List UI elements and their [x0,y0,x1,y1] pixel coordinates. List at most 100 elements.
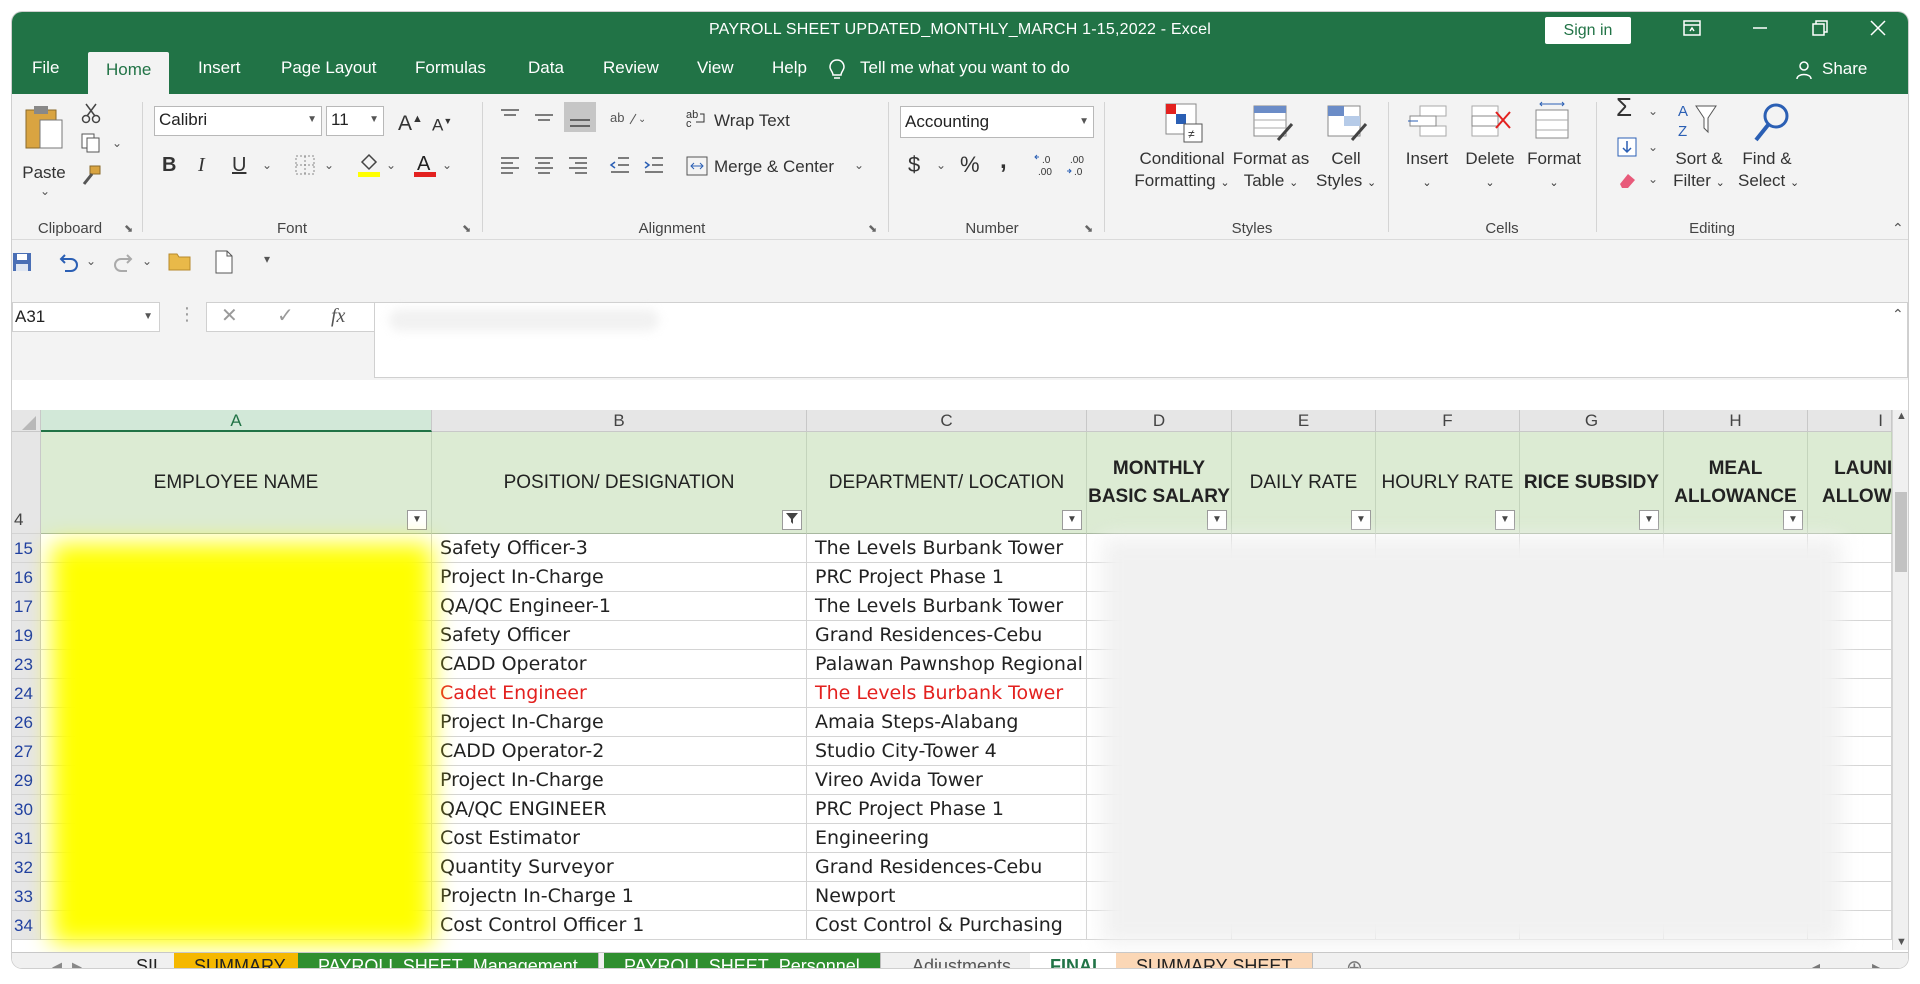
row-header[interactable]: 26 [12,708,41,737]
position-cell[interactable]: CADD Operator-2 [432,737,807,766]
chevron-down-icon[interactable]: ⌄ [262,158,272,172]
comma-button[interactable]: , [1000,149,1007,173]
redo-icon[interactable] [112,250,136,279]
sheet-tab-final[interactable]: FINAL [1030,953,1124,968]
chevron-down-icon[interactable]: ▼ [307,107,317,133]
merge-center-icon[interactable] [686,156,708,181]
chevron-down-icon[interactable]: ▼ [1079,107,1089,137]
cut-icon[interactable] [80,102,102,129]
row-header[interactable]: 19 [12,621,41,650]
decrease-decimal-icon[interactable]: .00.0 [1066,152,1092,183]
row-header[interactable]: 34 [12,911,41,940]
format-painter-icon[interactable] [80,164,102,191]
sheet-tab-payroll-personnel[interactable]: PAYROLL SHEET_Personnel [604,953,881,968]
row-header[interactable]: 17 [12,592,41,621]
number-format-combo[interactable]: Accounting ▼ [900,106,1094,138]
position-cell[interactable]: QA/QC Engineer-1 [432,592,807,621]
filter-active-icon[interactable] [782,510,802,530]
align-right-icon[interactable] [566,154,590,181]
filter-dropdown-icon[interactable]: ▼ [1062,510,1082,530]
close-icon[interactable] [1848,12,1908,48]
row-header[interactable]: 24 [12,679,41,708]
tab-help[interactable]: Help [772,58,807,78]
add-sheet-icon[interactable]: ⊕ [1346,955,1363,968]
column-header-b[interactable]: B [432,410,807,432]
chevron-down-icon[interactable]: ⌄ [854,158,864,172]
row-header[interactable]: 23 [12,650,41,679]
column-header-d[interactable]: D [1087,410,1232,432]
borders-icon[interactable] [294,154,316,181]
column-header-f[interactable]: F [1376,410,1520,432]
filter-dropdown-icon[interactable]: ▼ [1783,510,1803,530]
align-left-icon[interactable] [498,154,522,181]
header-position[interactable]: POSITION/ DESIGNATION [432,432,807,534]
tab-review[interactable]: Review [603,58,659,78]
column-header-i[interactable]: I [1808,410,1892,432]
autosum-icon[interactable]: Σ [1616,94,1632,120]
find-select-button[interactable]: Find & Select ⌄ [1738,148,1799,194]
header-hourly-rate[interactable]: HOURLY RATE ▼ [1376,432,1520,534]
header-monthly-basic-salary[interactable]: MONTHLY BASIC SALARY ▼ [1087,432,1232,534]
chevron-down-icon[interactable]: ⌄ [936,158,946,172]
cell-styles-icon[interactable] [1324,100,1368,149]
sign-in-button[interactable]: Sign in [1545,17,1631,44]
restore-icon[interactable] [1790,12,1850,48]
chevron-down-icon[interactable]: ⌄ [1648,140,1658,154]
row-header[interactable]: 30 [12,795,41,824]
copy-icon[interactable] [80,132,102,159]
chevron-down-icon[interactable]: ⌄ [1648,172,1658,186]
increase-indent-icon[interactable] [642,154,666,181]
collapse-ribbon-icon[interactable]: ⌃ [1892,220,1904,237]
filter-dropdown-icon[interactable]: ▼ [1351,510,1371,530]
tab-home[interactable]: Home [88,52,170,94]
sheet-tab-summary-sheet[interactable]: SUMMARY SHEET [1116,953,1314,968]
header-daily-rate[interactable]: DAILY RATE ▼ [1232,432,1376,534]
tab-page-layout[interactable]: Page Layout [281,58,376,78]
ribbon-display-icon[interactable] [1662,12,1722,48]
filter-dropdown-icon[interactable]: ▼ [1639,510,1659,530]
chevron-down-icon[interactable]: ▼ [369,107,379,133]
increase-decimal-icon[interactable]: .0.00 [1034,152,1060,183]
position-cell[interactable]: Cadet Engineer [432,679,807,708]
tab-view[interactable]: View [697,58,734,78]
decrease-indent-icon[interactable] [608,154,632,181]
sheet-tab-summary[interactable]: SUMMARY [174,953,307,968]
hscroll-right-icon[interactable]: ▸ [1872,957,1880,968]
open-folder-icon[interactable] [168,250,192,277]
position-cell[interactable]: Safety Officer-3 [432,534,807,563]
sheet-tab-payroll-management[interactable]: PAYROLL SHEET_Management [298,953,599,968]
header-laundry-allowance[interactable]: LAUNI ALLOWA [1808,432,1892,534]
fill-icon[interactable] [1616,136,1638,163]
conditional-formatting-icon[interactable]: ≠ [1162,100,1206,149]
chevron-down-icon[interactable]: ▼ [143,303,153,331]
position-cell[interactable]: Cost Estimator [432,824,807,853]
grow-font-button[interactable]: A▲ [398,108,423,135]
row-header[interactable]: 29 [12,766,41,795]
position-cell[interactable]: QA/QC ENGINEER [432,795,807,824]
row-header[interactable]: 31 [12,824,41,853]
department-cell[interactable]: The Levels Burbank Tower [807,534,1087,563]
dialog-launcher-icon[interactable]: ⬊ [868,222,880,235]
minimize-icon[interactable] [1730,12,1790,48]
position-cell[interactable]: Project In-Charge [432,563,807,592]
department-cell[interactable]: The Levels Burbank Tower [807,679,1087,708]
name-box[interactable]: A31 ▼ [12,302,160,332]
department-cell[interactable]: Engineering [807,824,1087,853]
position-cell[interactable]: CADD Operator [432,650,807,679]
scroll-thumb[interactable] [1895,492,1907,572]
department-cell[interactable]: Grand Residences-Cebu [807,853,1087,882]
department-cell[interactable]: Grand Residences-Cebu [807,621,1087,650]
row-header[interactable]: 4 [12,432,41,534]
department-cell[interactable]: Palawan Pawnshop Regional C [807,650,1087,679]
new-document-icon[interactable] [214,250,234,279]
row-header[interactable]: 16 [12,563,41,592]
sheet-tab-adjustments[interactable]: Adjustments [892,953,1033,968]
chevron-down-icon[interactable]: ⌄ [1648,104,1658,118]
orientation-icon[interactable]: ab ⌄ [610,108,646,133]
scroll-sheets-right-icon[interactable]: ▶ [72,959,82,968]
filter-dropdown-icon[interactable]: ▼ [1495,510,1515,530]
align-top-icon[interactable] [498,106,522,133]
position-cell[interactable]: Cost Control Officer 1 [432,911,807,940]
chevron-down-icon[interactable]: ⌄ [386,158,396,172]
position-cell[interactable]: Project In-Charge [432,708,807,737]
